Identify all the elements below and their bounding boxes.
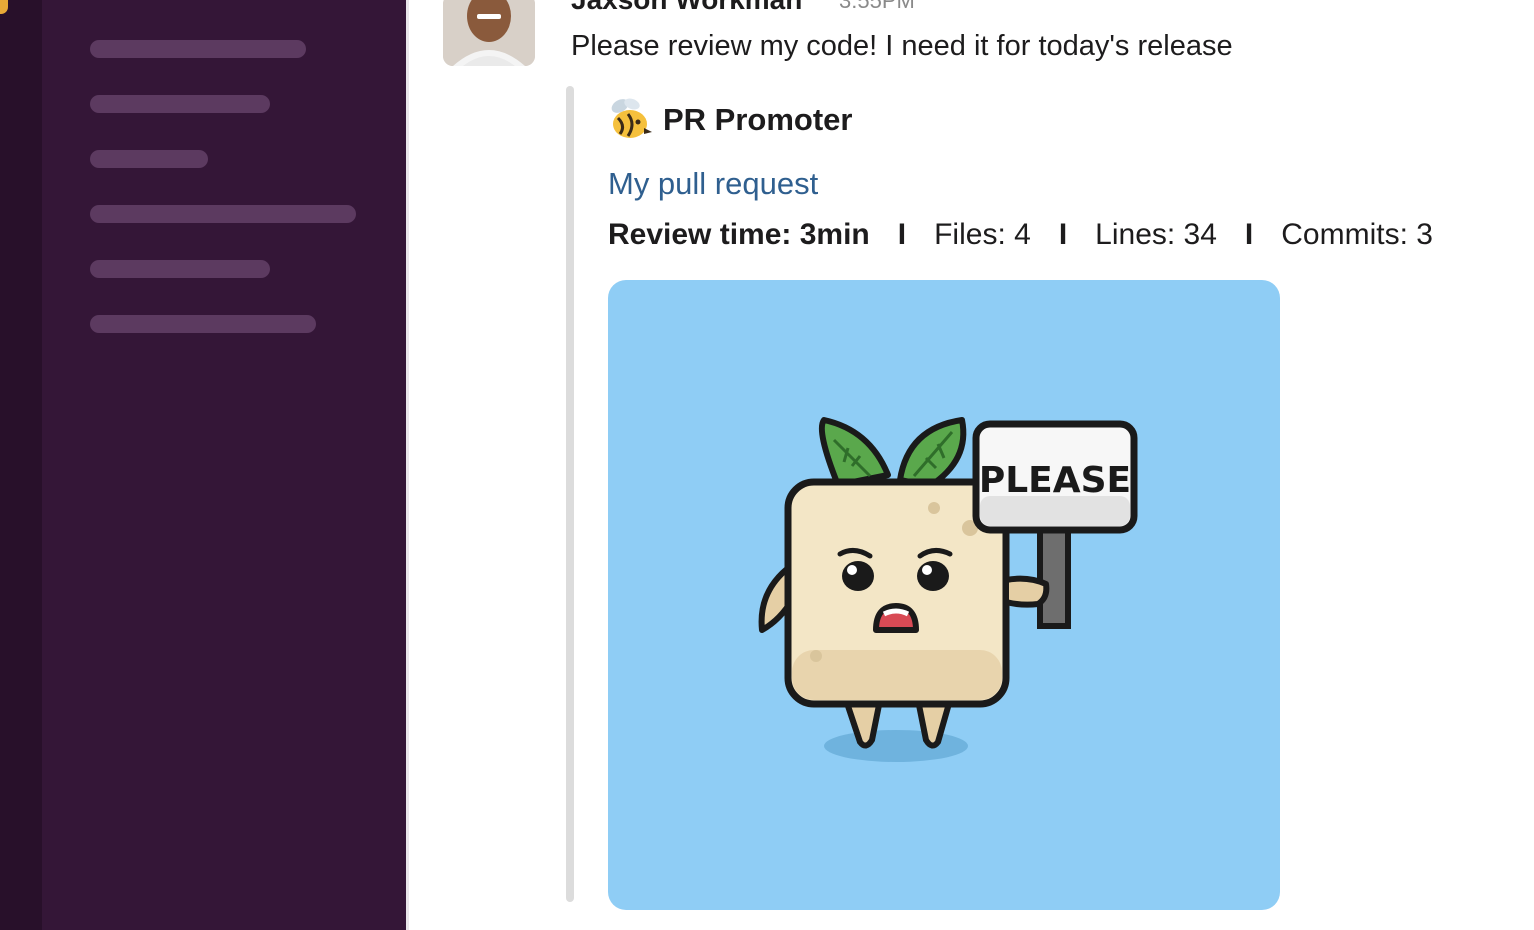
lines-count: Lines: 34 [1095, 218, 1217, 251]
message-sender[interactable]: Jaxson Workman [571, 0, 802, 16]
sidebar-item[interactable] [90, 40, 306, 58]
workspace-rail [0, 0, 42, 930]
attachment-bar [566, 86, 574, 902]
commits-count: Commits: 3 [1281, 218, 1433, 251]
message-timestamp[interactable]: 3:55PM [839, 0, 915, 14]
avatar-image [443, 0, 535, 66]
sidebar-item[interactable] [90, 95, 270, 113]
bee-icon [606, 96, 654, 144]
stats-separator: I [1244, 218, 1254, 251]
sidebar-item[interactable] [90, 150, 208, 168]
sidebar-item[interactable] [90, 205, 356, 223]
workspace-icon[interactable] [0, 0, 8, 14]
files-count: Files: 4 [934, 218, 1031, 251]
message-pane: Jaxson Workman 3:55PM Please review my c… [409, 0, 1534, 930]
stats-separator: I [1058, 218, 1068, 251]
sidebar [42, 0, 406, 930]
chat-app: Jaxson Workman 3:55PM Please review my c… [0, 0, 1534, 930]
message-text: Please review my code! I need it for tod… [571, 30, 1233, 62]
sign-text: PLEASE [979, 460, 1131, 501]
pull-request-link[interactable]: My pull request [608, 166, 818, 202]
attachment-image[interactable]: PLEASE [608, 280, 1280, 910]
stats-separator: I [897, 218, 907, 251]
sidebar-item[interactable] [90, 315, 316, 333]
pr-stats: Review time: 3min I Files: 4 I Lines: 34 I Com… [608, 218, 1433, 252]
mascot-illustration: PLEASE [758, 417, 1138, 762]
sidebar-item[interactable] [90, 260, 270, 278]
user-avatar[interactable] [443, 0, 535, 66]
review-time: Review time: 3min [608, 218, 870, 251]
app-name[interactable]: PR Promoter [663, 102, 852, 138]
